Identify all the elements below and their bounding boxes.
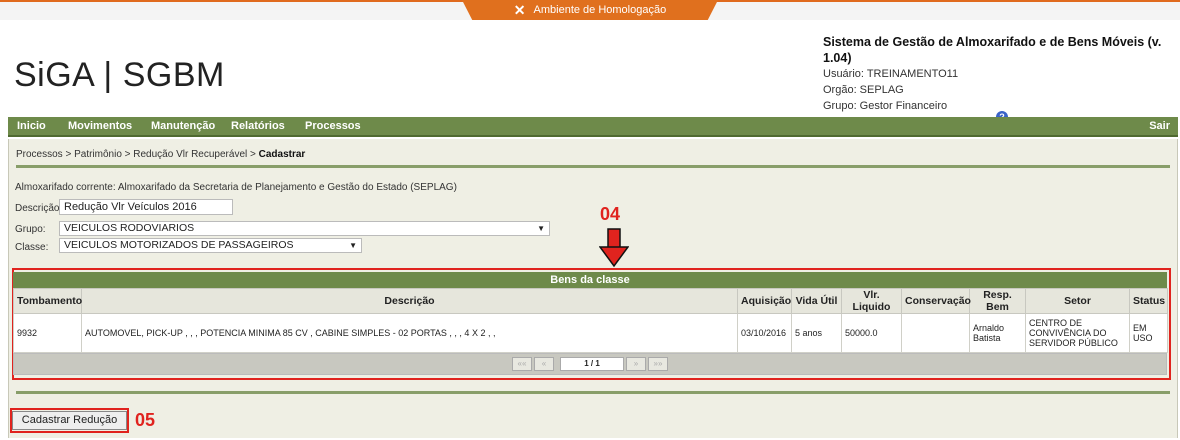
classe-label: Classe:: [15, 242, 49, 253]
col-tombamento: Tombamento: [13, 288, 82, 314]
chevron-down-icon: ▼: [537, 224, 545, 233]
org-label: Orgão: SEPLAG: [823, 84, 904, 96]
col-aquisicao: Aquisição: [737, 288, 792, 314]
almoxarifado-label: Almoxarifado corrente: Almoxarifado da S…: [15, 182, 457, 193]
nav-inicio[interactable]: Inicio: [17, 120, 46, 132]
cell-status: EM USO: [1129, 313, 1168, 353]
nav-manutencao[interactable]: Manutenção: [151, 120, 215, 132]
grupo-label: Grupo:: [15, 224, 46, 235]
descricao-input[interactable]: Redução Vlr Veículos 2016: [59, 199, 233, 215]
col-resp-bem: Resp. Bem: [969, 288, 1026, 314]
cell-tombamento: 9932: [13, 313, 82, 353]
chevron-down-icon: ▼: [349, 241, 357, 250]
logout-link[interactable]: Sair: [1149, 120, 1170, 132]
col-conservacao: Conservação: [901, 288, 971, 314]
grupo-value: VEICULOS RODOVIARIOS: [64, 222, 195, 234]
cell-setor: CENTRO DE CONVIVÊNCIA DO SERVIDOR PÚBLIC…: [1025, 313, 1130, 353]
cell-resp-bem: Arnaldo Batista: [969, 313, 1026, 353]
bens-grid: Tombamento Descrição Aquisição Vida Útil…: [13, 288, 1168, 353]
pager-page: 1 / 1: [560, 357, 624, 371]
divider: [16, 391, 1170, 394]
pager-prev[interactable]: «: [534, 357, 554, 371]
table-header-row: Tombamento Descrição Aquisição Vida Útil…: [13, 288, 1168, 314]
environment-label: Ambiente de Homologação: [533, 4, 667, 16]
descricao-label: Descrição:: [15, 203, 63, 214]
user-label: Usuário: TREINAMENTO11: [823, 68, 959, 80]
grupo-select[interactable]: VEICULOS RODOVIARIOS ▼: [59, 221, 550, 236]
app-logo: SiGA | SGBM: [14, 56, 225, 94]
col-descricao: Descrição: [81, 288, 738, 314]
classe-select[interactable]: VEICULOS MOTORIZADOS DE PASSAGEIROS ▼: [59, 238, 362, 253]
environment-banner: ✕ Ambiente de Homologação: [462, 0, 718, 20]
cell-conservacao: [901, 313, 970, 353]
col-vida-util: Vida Útil: [791, 288, 842, 314]
nav-relatorios[interactable]: Relatórios: [231, 120, 285, 132]
system-info: Sistema de Gestão de Almoxarifado e de B…: [823, 34, 1180, 114]
red-arrow-icon: [599, 228, 629, 268]
system-title: Sistema de Gestão de Almoxarifado e de B…: [823, 35, 1162, 65]
pager-last[interactable]: »»: [648, 357, 668, 371]
cell-vlr-liquido: 50000.0: [841, 313, 902, 353]
divider: [16, 165, 1170, 168]
table-pager: «« « 1 / 1 » »»: [13, 353, 1167, 375]
table-row[interactable]: 9932 AUTOMOVEL, PICK-UP , , , POTENCIA M…: [13, 313, 1168, 353]
cadastrar-reducao-button[interactable]: Cadastrar Redução: [12, 411, 127, 430]
breadcrumb: Processos > Patrimônio > Redução Vlr Rec…: [16, 149, 305, 160]
tools-icon: ✕: [513, 1, 526, 18]
col-setor: Setor: [1025, 288, 1130, 314]
classe-value: VEICULOS MOTORIZADOS DE PASSAGEIROS: [64, 239, 294, 251]
annotation-04: 04: [600, 204, 621, 224]
pager-next[interactable]: »: [626, 357, 646, 371]
col-status: Status: [1129, 288, 1168, 314]
main-nav: Inicio Movimentos Manutenção Relatórios …: [8, 117, 1178, 137]
breadcrumb-current: Cadastrar: [258, 149, 306, 160]
bens-table: Bens da classe Tombamento Descrição Aqui…: [13, 272, 1168, 375]
col-vlr-liquido: Vlr. Liquido: [841, 288, 902, 314]
nav-processos[interactable]: Processos: [305, 120, 361, 132]
breadcrumb-path: Processos > Patrimônio > Redução Vlr Rec…: [16, 149, 259, 160]
cell-aquisicao: 03/10/2016: [737, 313, 792, 353]
pager-first[interactable]: ««: [512, 357, 532, 371]
cell-descricao: AUTOMOVEL, PICK-UP , , , POTENCIA MINIMA…: [81, 313, 738, 353]
nav-movimentos[interactable]: Movimentos: [68, 120, 132, 132]
cell-vida-util: 5 anos: [791, 313, 842, 353]
table-title: Bens da classe: [13, 272, 1167, 288]
annotation-05: 05: [135, 410, 156, 430]
